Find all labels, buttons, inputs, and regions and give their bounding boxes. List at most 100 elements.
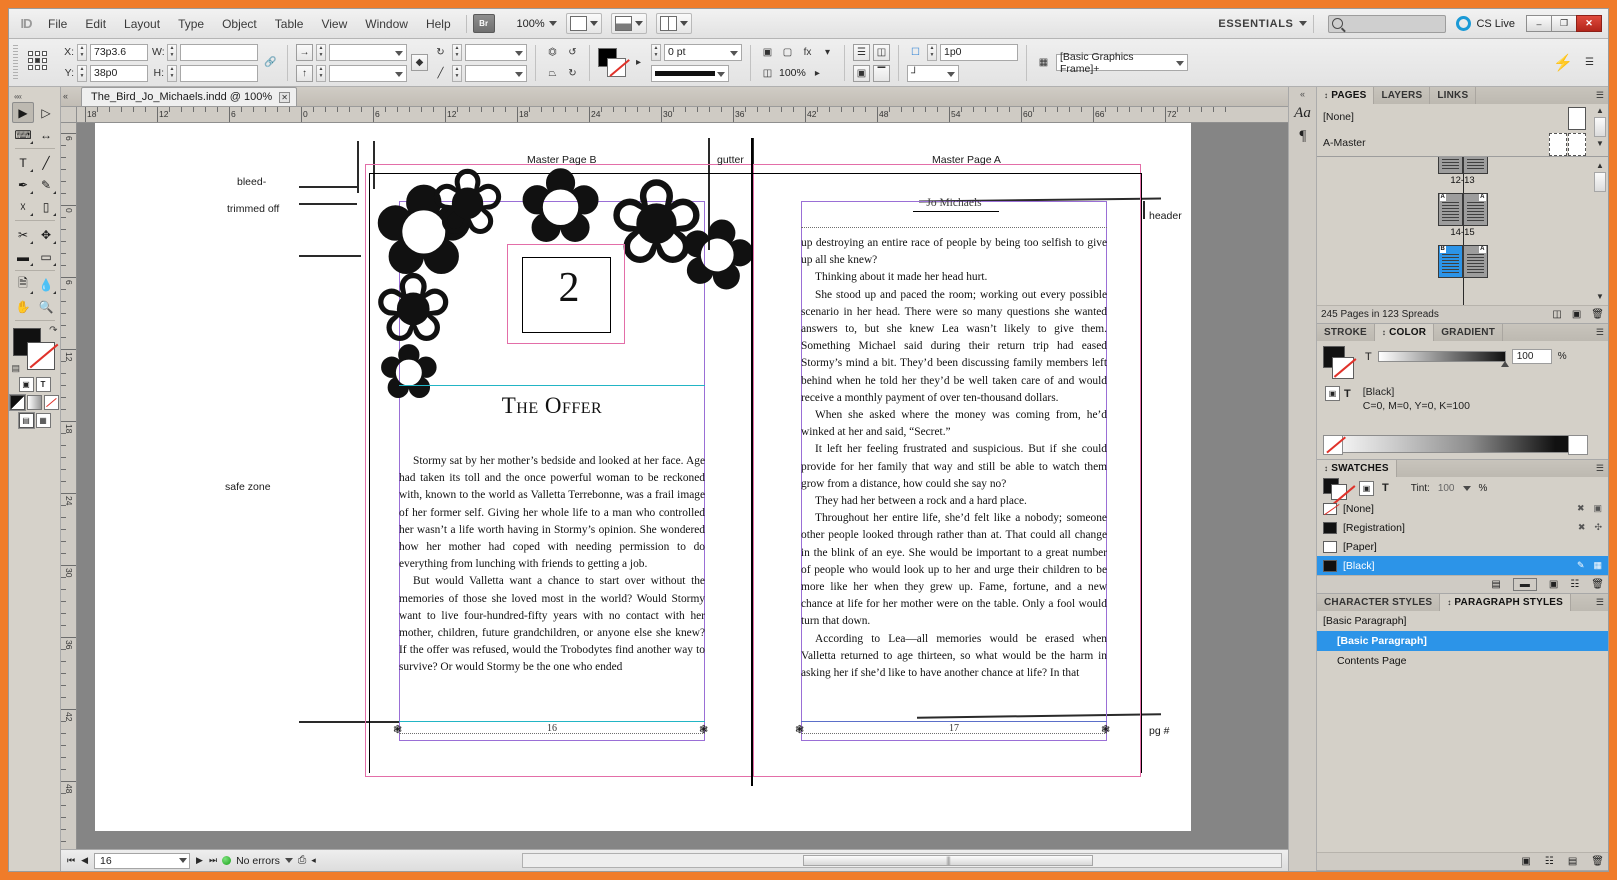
color-text-target-icon[interactable]: T [1344, 388, 1351, 400]
toolbox-stroke-swatch[interactable] [26, 342, 55, 370]
horizontal-scrollbar[interactable] [522, 853, 1282, 868]
page-thumb-left[interactable]: A [1437, 193, 1463, 226]
menu-help[interactable]: Help [417, 13, 460, 35]
preview-view-mode-icon[interactable]: ▦ [35, 413, 51, 428]
tool-direct-selection[interactable]: ▷ [35, 102, 57, 123]
dock-collapse-icon[interactable]: « [1300, 89, 1305, 99]
chevron-down-icon[interactable]: ▾ [819, 44, 836, 61]
tool-zoom[interactable]: 🔍 [35, 296, 57, 317]
menu-object[interactable]: Object [213, 13, 266, 35]
new-swatch-icon[interactable]: ☷ [1570, 579, 1579, 590]
spread-list[interactable]: 12-13 A A 14-15 B A ▲ ▼ [1317, 157, 1608, 305]
color-group-icon[interactable]: ▬ [1512, 578, 1537, 591]
preflight-status[interactable]: No errors [222, 855, 293, 867]
scroll-down-icon[interactable]: ▼ [1594, 292, 1606, 301]
tool-pen[interactable]: ✒ [12, 174, 34, 195]
tool-pencil[interactable]: ✎ [35, 174, 57, 195]
new-page-icon[interactable]: ▣ [1572, 309, 1581, 320]
panel-menu-icon[interactable]: ☰ [1581, 54, 1598, 71]
swatch-row-registration[interactable]: [Registration] ✖ ✣ [1317, 518, 1608, 537]
swatch-row-paper[interactable]: [Paper] [1317, 537, 1608, 556]
spread-list-scrollbar[interactable]: ▲ ▼ [1594, 161, 1606, 301]
screen-mode-button[interactable] [610, 13, 647, 34]
h-input[interactable] [180, 64, 258, 82]
menu-type[interactable]: Type [169, 13, 213, 35]
rotate-cw-icon[interactable]: ↺ [564, 44, 581, 61]
masters-scrollbar[interactable]: ▲ ▼ [1594, 106, 1606, 152]
tool-free-transform[interactable]: ✥ [35, 224, 57, 245]
tool-type[interactable]: T [12, 152, 34, 173]
clear-overrides-icon[interactable]: ▣ [1521, 856, 1530, 867]
constrain-scale-icon[interactable]: ◆ [411, 54, 428, 71]
y-stepper[interactable]: ▲ ▼ [77, 64, 87, 82]
delete-swatch-icon[interactable]: 🗑 [1591, 579, 1604, 590]
tool-page[interactable]: ⌨ [12, 124, 34, 145]
stroke-weight-input[interactable]: 0 pt [664, 43, 742, 61]
menu-view[interactable]: View [312, 13, 356, 35]
status-expand-icon[interactable]: ◂ [311, 855, 316, 866]
spread-item-selected[interactable]: B A [1437, 245, 1488, 278]
new-color-group-icon[interactable]: ▣ [1549, 579, 1558, 590]
format-container-icon[interactable]: ▣ [18, 377, 34, 392]
tool-scissors[interactable]: ✂ [12, 224, 34, 245]
apply-color-icon[interactable] [9, 394, 26, 411]
tab-pages[interactable]: ↕ PAGES [1317, 87, 1375, 104]
tab-swatches[interactable]: ↕ SWATCHES [1317, 460, 1397, 477]
view-options-button[interactable] [565, 13, 602, 34]
apply-none-icon[interactable] [44, 395, 59, 410]
corner-size-input[interactable]: 1p0 [940, 43, 1018, 61]
drop-shadow-icon[interactable]: ▣ [759, 44, 776, 61]
tab-color[interactable]: ↕ COLOR [1374, 324, 1435, 341]
tool-line[interactable]: ╱ [35, 152, 57, 173]
break-link-icon[interactable]: ☷ [1545, 856, 1554, 867]
opacity-dropdown-icon[interactable]: ▸ [809, 65, 826, 82]
color-stroke-swatch[interactable] [1332, 357, 1354, 379]
styles-panel-menu-icon[interactable]: ☰ [1596, 594, 1608, 611]
master-page-none[interactable]: [None] [1317, 104, 1608, 130]
restore-button[interactable]: ❐ [1551, 15, 1577, 32]
apply-none-icon[interactable] [1323, 435, 1343, 455]
swatches-fill-stroke[interactable] [1323, 478, 1351, 500]
page-thumb-left[interactable]: B [1437, 245, 1463, 278]
tool-selection[interactable]: ▶ [12, 102, 34, 123]
style-item-basic-paragraph[interactable]: [Basic Paragraph] [1317, 631, 1608, 651]
toolbox-collapse-icon[interactable]: «« [12, 91, 57, 102]
flip-horizontal-icon[interactable]: ⏣ [544, 44, 561, 61]
tool-gradient-feather[interactable]: ▭ [35, 246, 57, 267]
bridge-button[interactable]: Br [472, 14, 495, 33]
page-number-input[interactable]: 16 [94, 852, 191, 869]
menu-layout[interactable]: Layout [115, 13, 169, 35]
corner-options-icon[interactable]: ☐ [907, 44, 924, 61]
tool-rectangle[interactable]: ▯ [35, 196, 57, 217]
swatches-stroke-swatch[interactable] [1331, 484, 1347, 500]
right-page-body-text[interactable]: up destroying an entire race of people b… [801, 235, 1107, 713]
corner-shape-select[interactable]: ┘ [907, 64, 959, 82]
chevron-down-icon[interactable] [179, 858, 188, 863]
y-input[interactable]: 38p0 [90, 64, 148, 82]
scroll-thumb[interactable] [1594, 172, 1606, 192]
shear-input[interactable] [465, 64, 527, 82]
stroke-swatch[interactable] [607, 57, 626, 77]
flip-vertical-icon[interactable]: ⏢ [544, 65, 561, 82]
w-stepper[interactable]: ▲ ▼ [167, 43, 177, 61]
swap-fill-stroke-icon[interactable]: ↷ [49, 325, 57, 336]
reference-point-selector[interactable] [28, 50, 52, 75]
workspace-switcher[interactable]: ESSENTIALS [1212, 18, 1299, 30]
text-wrap-jump-icon[interactable]: ▔ [873, 64, 890, 82]
scale-x-input[interactable] [329, 43, 407, 61]
text-wrap-bounding-icon[interactable]: ◫ [873, 43, 890, 61]
spread-item[interactable]: A A 14-15 [1437, 193, 1488, 238]
previous-page-icon[interactable]: ◀ [81, 855, 88, 866]
constrain-proportions-icon[interactable]: 🔗 [262, 54, 279, 71]
corner-stepper[interactable]: ▲ ▼ [927, 43, 937, 61]
ruler-origin[interactable] [61, 107, 77, 123]
chevron-down-icon[interactable] [284, 858, 293, 863]
apply-gradient-icon[interactable] [27, 395, 42, 410]
color-fill-stroke-swatches[interactable] [1323, 346, 1357, 380]
object-style-select[interactable]: [Basic Graphics Frame]+ [1056, 51, 1188, 75]
page-thumb-right[interactable]: A [1462, 193, 1488, 226]
fx-icon[interactable]: fx [799, 44, 816, 61]
tabstrip-collapse-icon[interactable]: « [63, 91, 68, 101]
tab-stroke[interactable]: STROKE [1317, 324, 1375, 341]
chevron-down-icon[interactable] [1299, 21, 1308, 26]
